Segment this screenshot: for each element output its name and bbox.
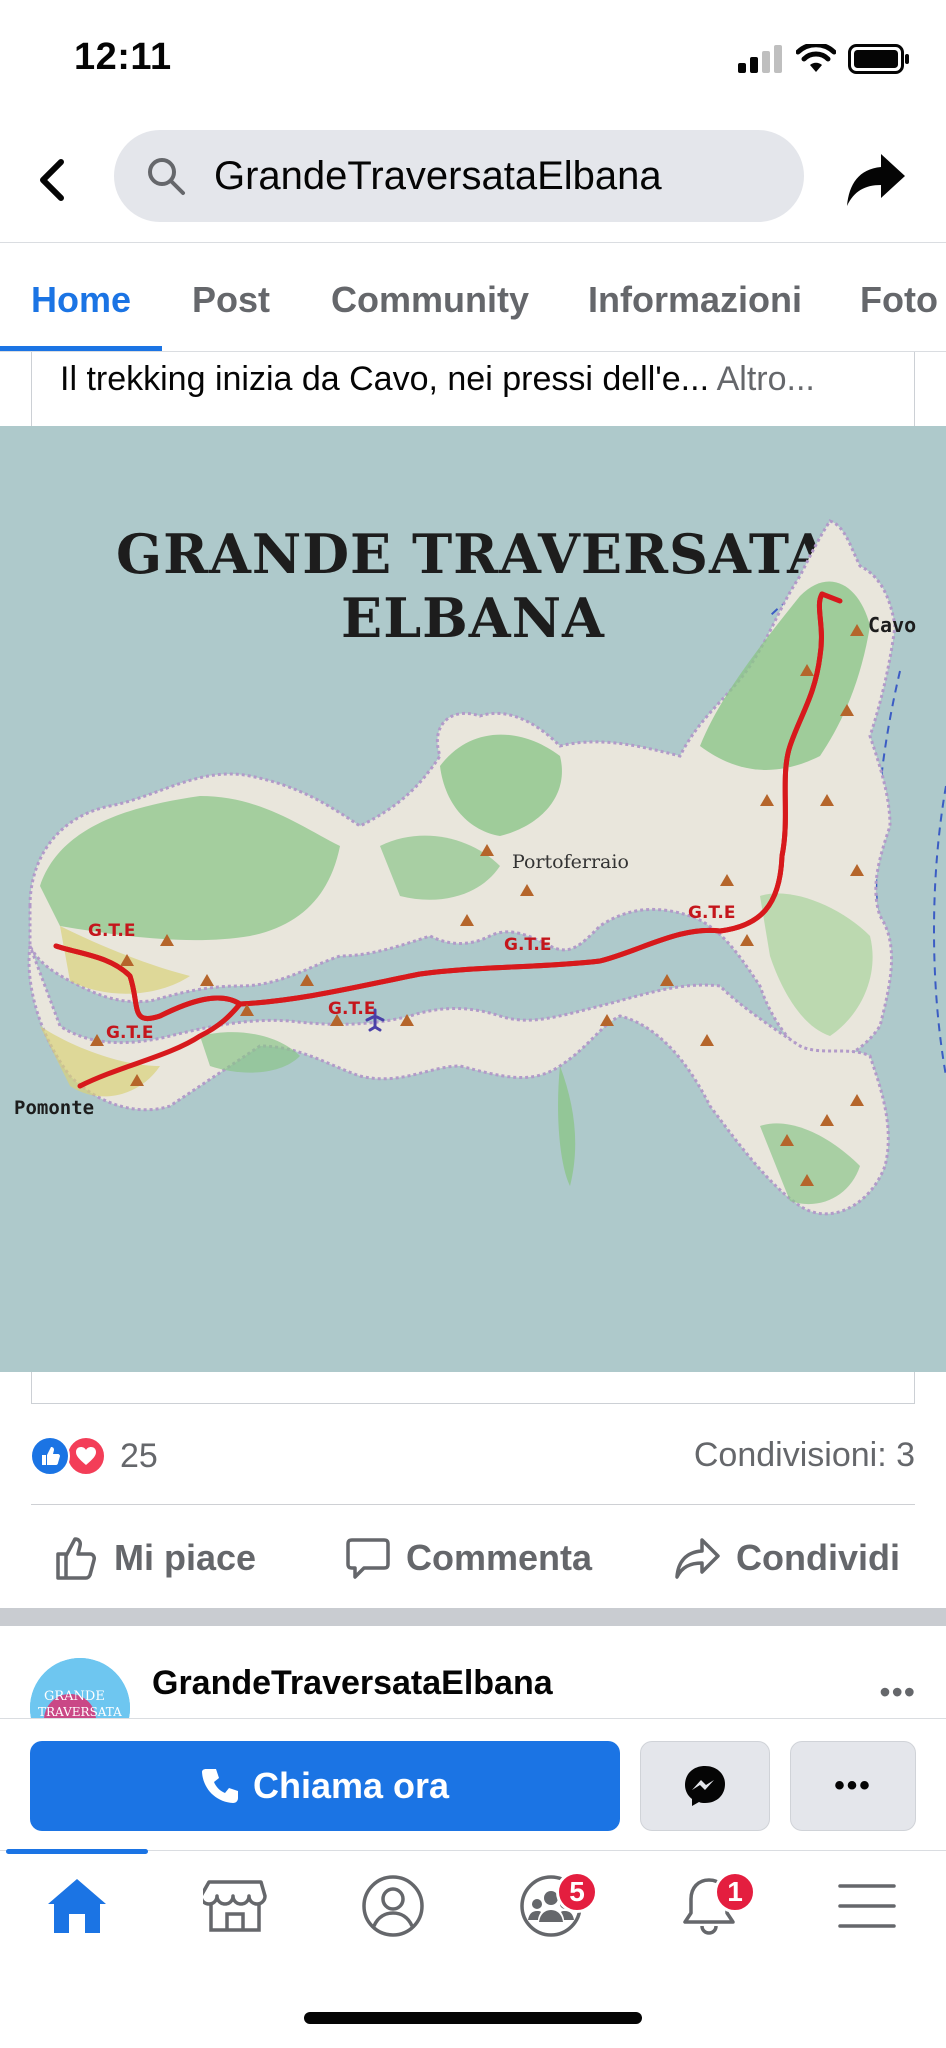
- feed-separator: [0, 1608, 946, 1626]
- chevron-left-icon: [40, 159, 64, 201]
- tab-home[interactable]: Home: [31, 279, 131, 321]
- map-label-gte-4: G.T.E: [504, 935, 552, 955]
- tab-post[interactable]: Post: [192, 279, 270, 321]
- bottom-navigation: 5 1: [0, 1849, 946, 1960]
- nav-notifications[interactable]: 1: [654, 1861, 764, 1951]
- divider: [31, 1504, 915, 1505]
- nav-home[interactable]: [22, 1861, 132, 1951]
- see-more-link[interactable]: Altro...: [709, 360, 815, 398]
- active-tab-indicator: [0, 346, 162, 351]
- elba-map: Cavo Portoferraio Pomonte G.T.E G.T.E G.…: [14, 519, 946, 1216]
- status-icons: [738, 44, 910, 74]
- search-icon: [144, 154, 188, 198]
- nav-profile[interactable]: [338, 1861, 448, 1951]
- reactions-summary[interactable]: 25: [30, 1428, 158, 1484]
- phone-icon: [201, 1769, 238, 1803]
- map-label-portoferraio: Portoferraio: [512, 851, 629, 873]
- page-avatar[interactable]: GRANDE TRAVERSATA: [30, 1658, 130, 1718]
- call-now-label: Chiama ora: [252, 1765, 450, 1806]
- groups-badge: 5: [556, 1871, 598, 1913]
- map-label-gte-3: G.T.E: [328, 999, 376, 1019]
- share-icon: [675, 1538, 720, 1579]
- comment-button[interactable]: Commenta: [344, 1528, 592, 1588]
- like-reaction-icon: [30, 1436, 70, 1476]
- post-actions: Mi piace Commenta Condividi: [0, 1508, 946, 1608]
- page-cta-bar: Chiama ora •••: [0, 1718, 946, 1850]
- svg-text:GRANDE: GRANDE: [44, 1689, 105, 1704]
- battery-icon: [848, 44, 909, 74]
- share-arrow-icon: [847, 154, 905, 206]
- messenger-icon: [685, 1766, 725, 1806]
- tab-informazioni[interactable]: Informazioni: [588, 279, 802, 321]
- search-query: GrandeTraversataElbana: [214, 153, 662, 198]
- messenger-button[interactable]: [640, 1741, 770, 1831]
- map-label-gte-2: G.T.E: [106, 1023, 154, 1043]
- svg-text:TRAVERSATA: TRAVERSATA: [38, 1705, 122, 1718]
- home-indicator: [304, 2012, 642, 2024]
- nav-menu[interactable]: [812, 1861, 922, 1951]
- nav-marketplace[interactable]: [180, 1861, 290, 1951]
- comment-icon: [346, 1538, 390, 1579]
- page-header: GrandeTraversataElbana: [0, 118, 946, 242]
- post-options-button[interactable]: •••: [879, 1674, 916, 1711]
- comment-label: Commenta: [406, 1537, 593, 1578]
- share-label: Condividi: [736, 1537, 900, 1578]
- share-button[interactable]: Condividi: [674, 1528, 900, 1588]
- like-label: Mi piace: [114, 1537, 257, 1578]
- wifi-icon: [796, 44, 836, 72]
- signal-icon: [738, 45, 782, 73]
- more-options-button[interactable]: •••: [790, 1741, 916, 1831]
- share-page-button[interactable]: [842, 148, 910, 212]
- back-button[interactable]: [22, 150, 82, 210]
- reactions-count: 25: [120, 1436, 158, 1475]
- map-label-gte-5: G.T.E: [688, 903, 736, 923]
- post-map-image[interactable]: GRANDE TRAVERSATA ELBANA Cavo Portoferra…: [0, 426, 946, 1372]
- post-caption: Il trekking inizia da Cavo, nei pressi d…: [31, 352, 915, 426]
- status-bar: 12:11: [0, 0, 946, 118]
- next-post-author[interactable]: GrandeTraversataElbana: [152, 1664, 553, 1703]
- caption-text: Il trekking inizia da Cavo, nei pressi d…: [60, 360, 710, 398]
- status-time: 12:11: [74, 36, 172, 78]
- nav-groups[interactable]: 5: [496, 1861, 606, 1951]
- love-reaction-icon: [66, 1436, 106, 1476]
- thumbs-up-icon: [56, 1537, 96, 1580]
- notifications-badge: 1: [714, 1871, 756, 1913]
- map-label-gte-1: G.T.E: [88, 921, 136, 941]
- tab-foto[interactable]: Foto: [860, 279, 938, 321]
- profile-icon: [362, 1875, 424, 1937]
- active-nav-indicator: [6, 1849, 148, 1854]
- tab-community[interactable]: Community: [331, 279, 529, 321]
- home-icon: [48, 1879, 106, 1933]
- page-tabs: Home Post Community Informazioni Foto: [0, 242, 946, 352]
- map-label-pomonte: Pomonte: [14, 1097, 94, 1119]
- shares-count[interactable]: Condivisioni: 3: [694, 1436, 915, 1475]
- search-bar[interactable]: GrandeTraversataElbana: [114, 130, 804, 222]
- map-label-cavo: Cavo: [868, 613, 916, 637]
- post-image-frame: [31, 1372, 915, 1404]
- like-button[interactable]: Mi piace: [52, 1528, 256, 1588]
- call-now-button[interactable]: Chiama ora: [30, 1741, 620, 1831]
- menu-icon: [838, 1884, 896, 1928]
- marketplace-icon: [203, 1880, 267, 1932]
- next-post-header: GRANDE TRAVERSATA GrandeTraversataElbana…: [0, 1626, 946, 1718]
